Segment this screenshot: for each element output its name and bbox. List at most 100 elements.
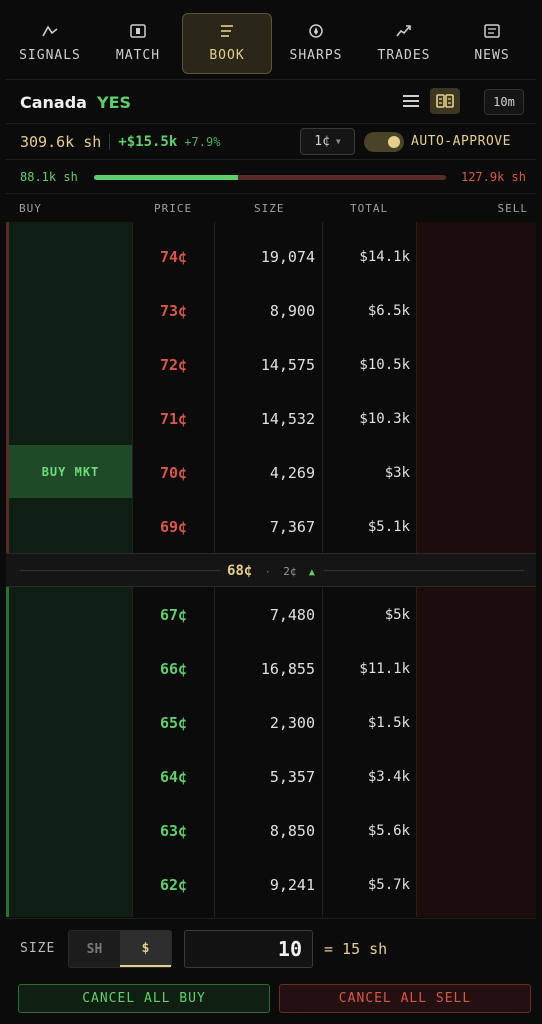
sell-column[interactable] (416, 222, 536, 553)
cancel-all-buy-button[interactable]: CANCEL ALL BUY (18, 984, 270, 1013)
buy-column[interactable] (6, 587, 132, 917)
bid-row[interactable]: 66¢ 16,855 $11.1k (132, 642, 416, 696)
trend-icon (396, 25, 411, 37)
unit-shares-button[interactable]: SH (69, 931, 120, 967)
chevron-down-icon: ▼ (335, 137, 341, 146)
list-icon (403, 95, 419, 107)
sharps-icon (309, 24, 323, 38)
tick-size-value: 1¢ (314, 134, 330, 149)
total-cell: $5.6k (367, 823, 410, 839)
total-cell: $10.3k (359, 411, 410, 427)
time-window-button[interactable]: 10m (484, 89, 524, 115)
tab-label: BOOK (209, 48, 245, 63)
sell-column[interactable] (416, 587, 536, 917)
spread-row: 68¢ · 2¢ ▲ (6, 553, 536, 587)
column-header-total: TOTAL (350, 202, 389, 215)
spread-info: 68¢ · 2¢ ▲ (6, 563, 536, 579)
tab-book[interactable]: BOOK (182, 13, 272, 74)
tab-label: MATCH (115, 48, 161, 63)
total-cell: $5.1k (367, 519, 410, 535)
position-shares: 309.6k sh (20, 132, 102, 151)
size-cell: 9,241 (269, 876, 315, 894)
total-cell: $10.5k (359, 357, 410, 373)
size-cell: 4,269 (269, 464, 315, 482)
unit-dollars-button[interactable]: $ (120, 931, 171, 967)
separator-dot: · (264, 567, 271, 578)
split-view-button[interactable] (430, 88, 460, 114)
size-cell: 19,074 (260, 248, 315, 266)
bids-book: 67¢ 7,480 $5k 66¢ 16,855 $11.1k 65¢ 2,300 $1.5k 6… (6, 587, 536, 917)
bid-row[interactable]: 62¢ 9,241 $5.7k (132, 858, 416, 912)
buy-column[interactable] (6, 222, 132, 553)
match-icon (130, 24, 146, 38)
price-cell: 63¢ (159, 822, 188, 840)
auto-approve-toggle[interactable] (364, 132, 404, 152)
column-header-buy: BUY (19, 202, 42, 215)
bid-row[interactable]: 65¢ 2,300 $1.5k (132, 696, 416, 750)
column-header-price: PRICE (154, 202, 193, 215)
total-cell: $3.4k (367, 769, 410, 785)
order-size-row: SIZE SH $ = 15 sh (6, 918, 536, 978)
size-cell: 14,532 (260, 410, 315, 428)
ask-row[interactable]: 72¢ 14,575 $10.5k (132, 338, 416, 392)
columns-icon (436, 94, 454, 108)
tab-label: NEWS (474, 48, 510, 63)
ask-row[interactable]: 70¢ 4,269 $3k (132, 446, 416, 500)
depth-row: 88.1k sh 127.9k sh (6, 160, 536, 194)
total-cell: $5k (384, 607, 410, 623)
buy-market-button[interactable]: BUY MKT (9, 445, 132, 498)
total-cell: $1.5k (367, 715, 410, 731)
tab-trades[interactable]: TRADES (360, 13, 448, 74)
tab-match[interactable]: MATCH (94, 13, 182, 74)
bid-row[interactable]: 63¢ 8,850 $5.6k (132, 804, 416, 858)
total-cell: $14.1k (359, 249, 410, 265)
view-toggle (396, 88, 460, 114)
ask-row[interactable]: 74¢ 19,074 $14.1k (132, 230, 416, 284)
tick-size-select[interactable]: 1¢ ▼ (300, 128, 355, 155)
tab-label: SHARPS (289, 48, 343, 63)
auto-approve-label: AUTO-APPROVE (411, 134, 511, 149)
tab-sharps[interactable]: SHARPS (272, 13, 360, 74)
list-view-button[interactable] (396, 88, 426, 114)
total-cell: $6.5k (367, 303, 410, 319)
total-cell: $11.1k (359, 661, 410, 677)
tab-label: TRADES (377, 48, 431, 63)
asks-book: BUY MKT 74¢ 19,074 $14.1k 73¢ 8,900 $6.5k 72¢ 1… (6, 222, 536, 553)
mid-price: 68¢ (227, 563, 253, 579)
ask-row[interactable]: 73¢ 8,900 $6.5k (132, 284, 416, 338)
book-column-headers: BUY PRICE SIZE TOTAL SELL (6, 194, 536, 222)
cancel-all-sell-button[interactable]: CANCEL ALL SELL (279, 984, 531, 1013)
market-side: YES (96, 93, 132, 112)
bid-row[interactable]: 67¢ 7,480 $5k (132, 588, 416, 642)
divider (109, 133, 111, 150)
position-pnl: +$15.5k (118, 133, 178, 150)
depth-bar-buy-fill (94, 175, 238, 180)
total-cell: $5.7k (367, 877, 410, 893)
price-cell: 64¢ (159, 768, 188, 786)
buy-depth: 88.1k sh (20, 170, 78, 184)
size-cell: 14,575 (260, 356, 315, 374)
price-cell: 73¢ (159, 302, 188, 320)
price-cell: 66¢ (159, 660, 188, 678)
position-row: 309.6k sh +$15.5k +7.9% 1¢ ▼ AUTO-APPROV… (6, 124, 536, 160)
total-cell: $3k (384, 465, 410, 481)
market-header: Canada YES 10m (6, 82, 536, 124)
tab-label: SIGNALS (19, 48, 81, 63)
tab-news[interactable]: NEWS (448, 13, 536, 74)
sell-depth: 127.9k sh (460, 170, 526, 184)
column-header-sell: SELL (497, 202, 528, 215)
tab-signals[interactable]: SIGNALS (6, 13, 94, 74)
price-cell: 67¢ (159, 606, 188, 624)
ask-row[interactable]: 71¢ 14,532 $10.3k (132, 392, 416, 446)
ask-row[interactable]: 69¢ 7,367 $5.1k (132, 500, 416, 554)
order-amount-input[interactable] (184, 930, 313, 968)
toggle-knob (388, 136, 400, 148)
market-name: Canada (20, 93, 87, 112)
bid-row[interactable]: 64¢ 5,357 $3.4k (132, 750, 416, 804)
news-icon (484, 24, 500, 38)
size-label: SIZE (20, 941, 56, 956)
depth-bar (94, 175, 446, 180)
column-header-size: SIZE (254, 202, 285, 215)
size-cell: 8,850 (269, 822, 315, 840)
up-arrow-icon: ▲ (308, 567, 315, 578)
